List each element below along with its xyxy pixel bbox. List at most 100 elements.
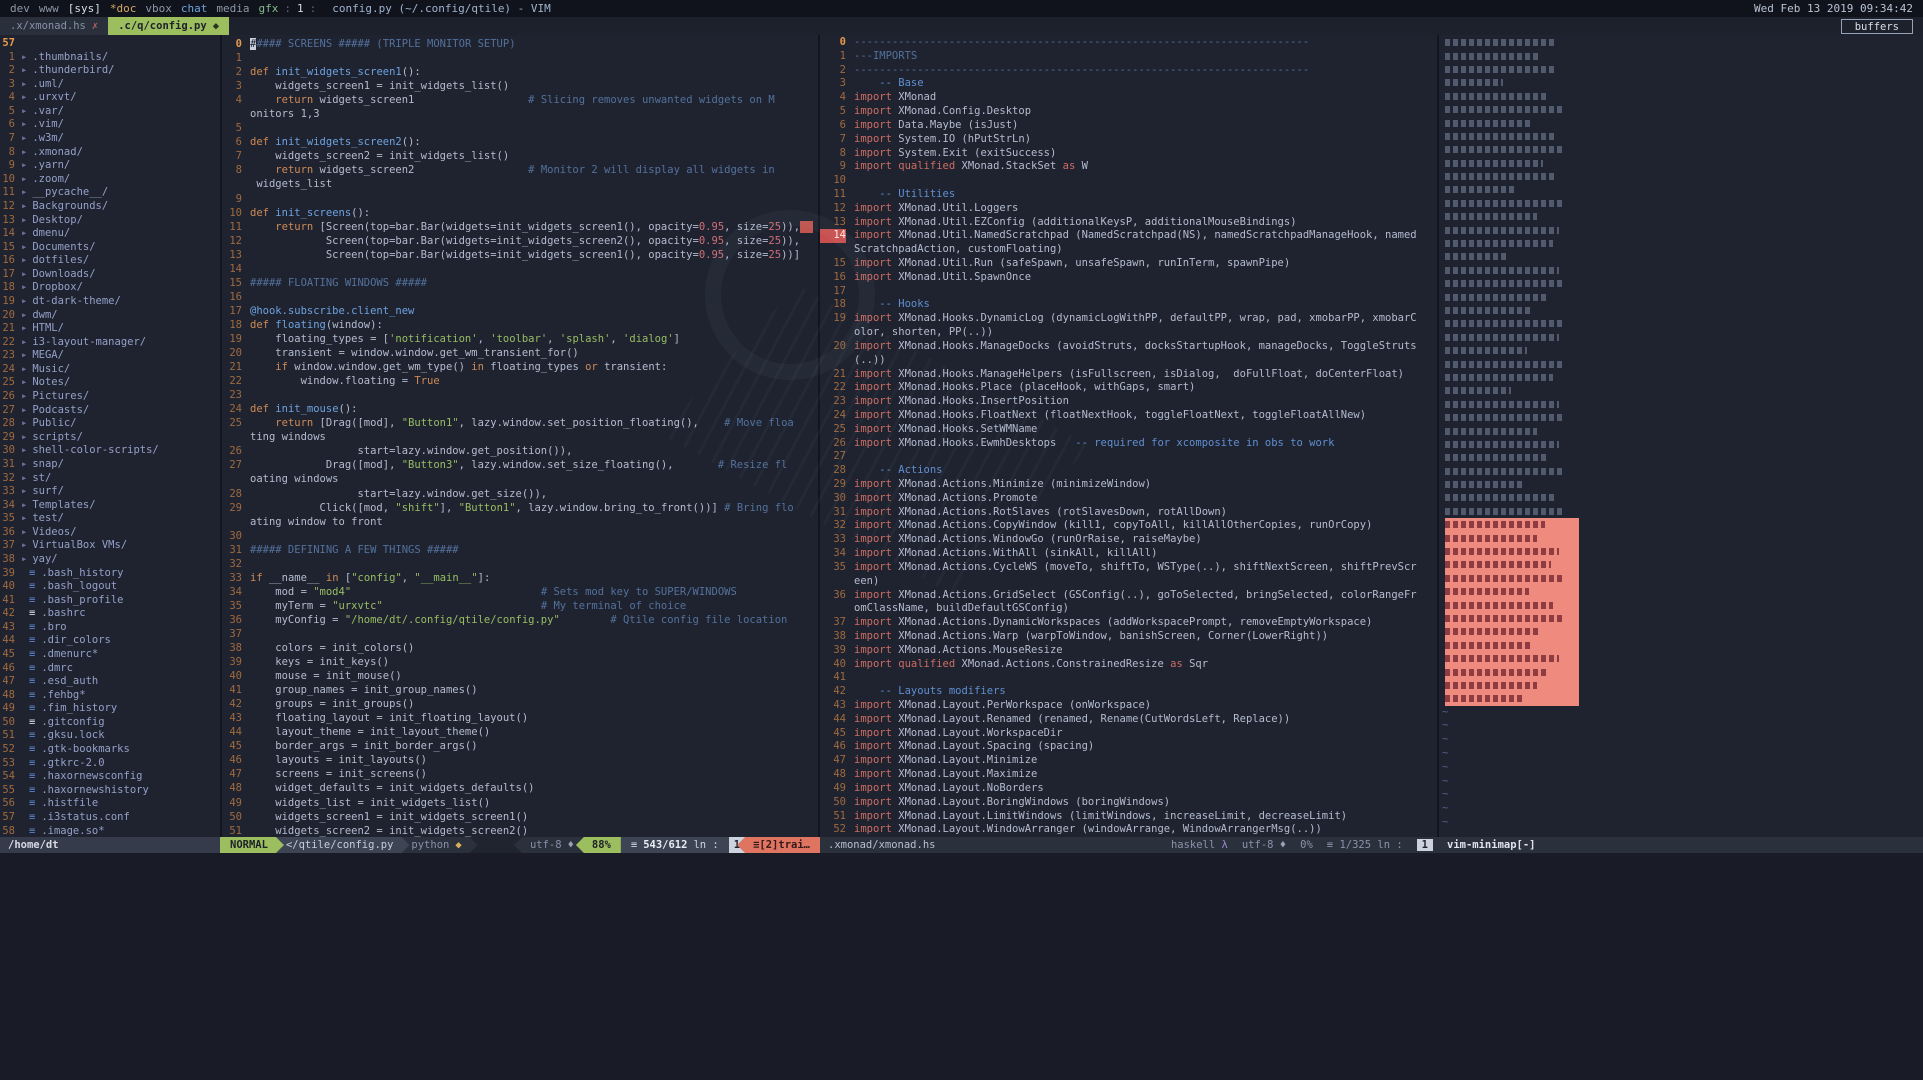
tree-item-dir[interactable]: 11▸__pycache__/	[0, 186, 220, 200]
editor-content: 571▸.thumbnails/2▸.thunderbird/3▸.uml/4▸…	[0, 35, 1923, 837]
tree-item-file[interactable]: 47≡.esd_auth	[0, 675, 220, 689]
tree-item-dir[interactable]: 9▸.yarn/	[0, 159, 220, 173]
tree-item-file[interactable]: 50≡.gitconfig	[0, 716, 220, 730]
tree-item-dir[interactable]: 30▸shell-color-scripts/	[0, 444, 220, 458]
tree-item-dir[interactable]: 15▸Documents/	[0, 241, 220, 255]
tree-item-file[interactable]: 49≡.fim_history	[0, 702, 220, 716]
empty-line-tilde: ~	[1439, 747, 1923, 761]
tree-item-dir[interactable]: 31▸snap/	[0, 458, 220, 472]
tree-item-dir[interactable]: 20▸dwm/	[0, 309, 220, 323]
tree-item-file[interactable]: 54≡.haxornewsconfig	[0, 770, 220, 784]
tree-item-dir[interactable]: 26▸Pictures/	[0, 390, 220, 404]
tree-item-dir[interactable]: 6▸.vim/	[0, 118, 220, 132]
folder-collapsed-icon: ▸	[21, 118, 27, 132]
tree-item-file[interactable]: 48≡.fehbg*	[0, 689, 220, 703]
tree-item-dir[interactable]: 37▸VirtualBox VMs/	[0, 539, 220, 553]
tree-item-file[interactable]: 56≡.histfile	[0, 797, 220, 811]
code-line: 41 group_names = init_group_names()	[222, 683, 818, 697]
tree-item-dir[interactable]: 3▸.uml/	[0, 78, 220, 92]
tree-item-dir[interactable]: 18▸Dropbox/	[0, 281, 220, 295]
file-icon: ≡	[29, 729, 35, 743]
line-number	[820, 326, 846, 340]
close-icon[interactable]: ✗	[92, 20, 98, 32]
tree-item-dir[interactable]: 32▸st/	[0, 472, 220, 486]
tree-item-dir[interactable]: 14▸dmenu/	[0, 227, 220, 241]
tree-item-dir[interactable]: 5▸.var/	[0, 105, 220, 119]
workspace-tag[interactable]: [sys]	[68, 2, 101, 15]
tree-item-file[interactable]: 53≡.gtkrc-2.0	[0, 757, 220, 771]
line-number: 15	[820, 257, 846, 271]
tree-item-file[interactable]: 55≡.haxornewshistory	[0, 784, 220, 798]
tree-item-file[interactable]: 40≡.bash_logout	[0, 580, 220, 594]
tree-item-dir[interactable]: 22▸i3-layout-manager/	[0, 336, 220, 350]
tree-item-dir[interactable]: 28▸Public/	[0, 417, 220, 431]
code-line: 2def init_widgets_screen1():	[222, 65, 818, 79]
tree-item-dir[interactable]: 1▸.thumbnails/	[0, 51, 220, 65]
tree-item-dir[interactable]: 10▸.zoom/	[0, 173, 220, 187]
dir-name: .urxvt/	[32, 91, 76, 105]
tree-item-file[interactable]: 45≡.dmenurc*	[0, 648, 220, 662]
line-number: 10	[222, 206, 242, 220]
line-number: 44	[0, 634, 15, 648]
tree-item-file[interactable]: 46≡.dmrc	[0, 662, 220, 676]
tree-item-dir[interactable]: 21▸HTML/	[0, 322, 220, 336]
tree-item-dir[interactable]: 8▸.xmonad/	[0, 146, 220, 160]
tree-item-dir[interactable]: 4▸.urxvt/	[0, 91, 220, 105]
tree-item-dir[interactable]: 35▸test/	[0, 512, 220, 526]
tree-item-file[interactable]: 58≡.image.so*	[0, 825, 220, 837]
workspace-tag[interactable]: vbox	[145, 2, 172, 15]
tree-item-dir[interactable]: 2▸.thunderbird/	[0, 64, 220, 78]
workspace-tag[interactable]: gfx	[259, 2, 279, 15]
tree-item-dir[interactable]: 17▸Downloads/	[0, 268, 220, 282]
tree-item-file[interactable]: 41≡.bash_profile	[0, 594, 220, 608]
tree-item-dir[interactable]: 23▸MEGA/	[0, 349, 220, 363]
tree-item-file[interactable]: 44≡.dir_colors	[0, 634, 220, 648]
code-line: 36 myConfig = "/home/dt/.config/qtile/co…	[222, 613, 818, 627]
tree-item-dir[interactable]: 29▸scripts/	[0, 431, 220, 445]
tree-item-dir[interactable]: 38▸yay/	[0, 553, 220, 567]
file-path: </qtile/config.py	[276, 837, 409, 853]
tree-item-file[interactable]: 51≡.gksu.lock	[0, 729, 220, 743]
empty-terminal-area	[0, 853, 1923, 1080]
workspace-tag[interactable]: chat	[181, 2, 208, 15]
config-py-pane[interactable]: 0##### SCREENS ##### (TRIPLE MONITOR SET…	[220, 35, 818, 837]
line-number: 48	[222, 781, 242, 795]
minimap-line	[1445, 49, 1579, 62]
tree-item-dir[interactable]: 33▸surf/	[0, 485, 220, 499]
tree-item-dir[interactable]: 34▸Templates/	[0, 499, 220, 513]
tree-item-file[interactable]: 42≡.bashrc	[0, 607, 220, 621]
tree-item-dir[interactable]: 25▸Notes/	[0, 376, 220, 390]
workspace-tag[interactable]: *doc	[110, 2, 137, 15]
tree-item-file[interactable]: 43≡.bro	[0, 621, 220, 635]
empty-line-tilde: ~	[1439, 775, 1923, 789]
line-number: 34	[820, 547, 846, 561]
python-icon: ◆	[455, 839, 461, 851]
tree-item-file[interactable]: 57≡.i3status.conf	[0, 811, 220, 825]
tree-item-dir[interactable]: 7▸.w3m/	[0, 132, 220, 146]
code-line: 11 return [Screen(top=bar.Bar(widgets=in…	[222, 220, 818, 234]
line-number: 10	[820, 174, 846, 188]
workspace-tag[interactable]: dev	[10, 2, 30, 15]
tree-item-file[interactable]: 39≡.bash_history	[0, 567, 220, 581]
tree-item-file[interactable]: 52≡.gtk-bookmarks	[0, 743, 220, 757]
nerdtree-pane[interactable]: 571▸.thumbnails/2▸.thunderbird/3▸.uml/4▸…	[0, 35, 220, 837]
tree-item-dir[interactable]: 27▸Podcasts/	[0, 404, 220, 418]
minimap-title: vim-minimap[-]	[1447, 839, 1536, 851]
workspace-tag[interactable]: media	[216, 2, 249, 15]
line-number: 11	[820, 188, 846, 202]
tree-item-dir[interactable]: 16▸dotfiles/	[0, 254, 220, 268]
tree-item-dir[interactable]: 36▸Videos/	[0, 526, 220, 540]
line-number: 26	[0, 390, 15, 404]
tree-item-dir[interactable]: 13▸Desktop/	[0, 214, 220, 228]
tree-item-dir[interactable]: 19▸dt-dark-theme/	[0, 295, 220, 309]
tab-xmonad-hs[interactable]: .x/xmonad.hs ✗	[0, 17, 108, 35]
xmonad-hs-pane[interactable]: 0---------------------------------------…	[818, 35, 1437, 837]
line-number: 36	[0, 526, 15, 540]
tree-item-dir[interactable]: 24▸Music/	[0, 363, 220, 377]
tree-item-dir[interactable]: 12▸Backgrounds/	[0, 200, 220, 214]
minimap-line	[1445, 304, 1579, 317]
minimap-pane[interactable]: ~~~~~~~~~	[1437, 35, 1923, 837]
code-line: 36import XMonad.Actions.GridSelect (GSCo…	[820, 589, 1437, 603]
tab-config-py[interactable]: .c/q/config.py ◆	[108, 17, 229, 35]
workspace-tag[interactable]: www	[39, 2, 59, 15]
